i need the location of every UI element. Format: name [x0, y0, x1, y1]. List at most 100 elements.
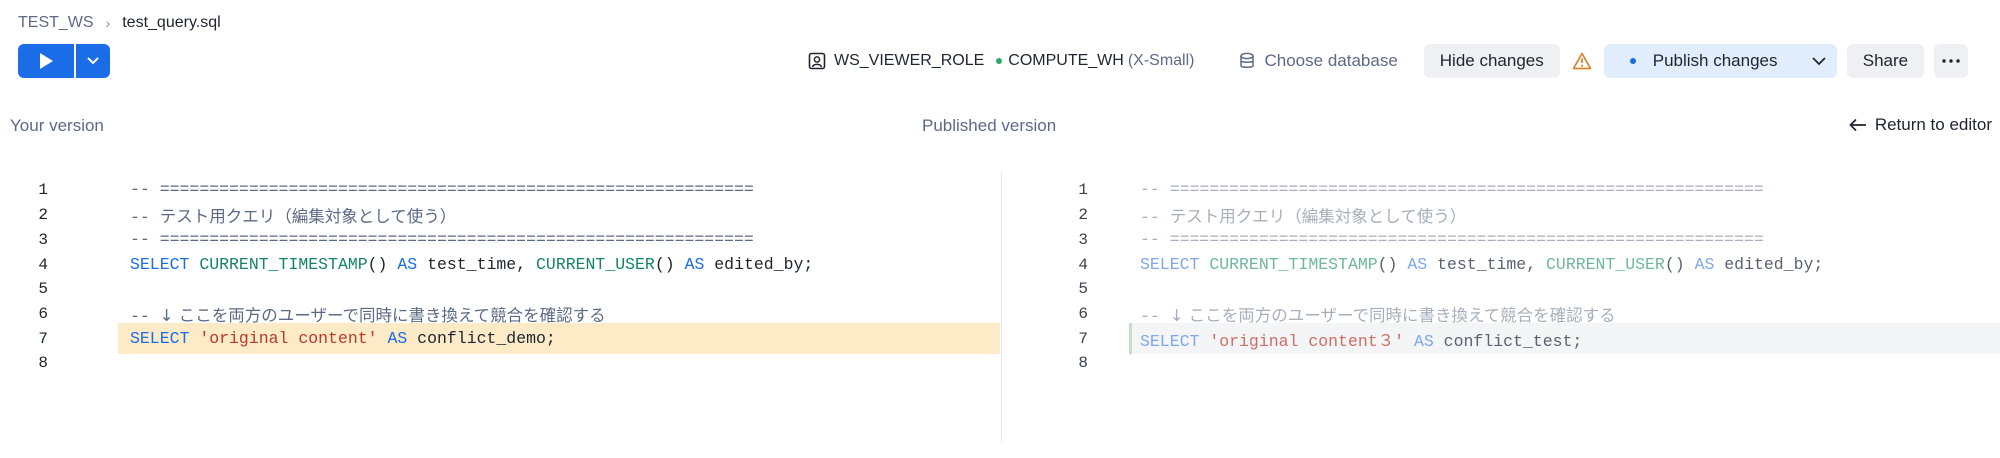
- return-to-editor-link[interactable]: Return to editor: [1849, 115, 1992, 135]
- your-version-label: Your version: [10, 116, 104, 135]
- code-line[interactable]: 8: [0, 347, 1000, 378]
- warehouse-selector[interactable]: COMPUTE_WH (X-Small): [996, 52, 1195, 70]
- code-token: 'original content': [199, 329, 378, 348]
- code-token: CURRENT_USER: [536, 255, 655, 274]
- code-token: AS: [387, 329, 408, 348]
- code-text: -- ↓ ここを両方のユーザーで同時に書き換えて競合を確認する: [130, 302, 606, 326]
- line-number: 1: [1078, 180, 1088, 199]
- line-number: 2: [38, 205, 48, 224]
- code-text: SELECT CURRENT_TIMESTAMP() AS test_time,…: [130, 255, 813, 274]
- code-text: -- テスト用クエリ（編集対象として使う）: [130, 203, 456, 227]
- code-token: SELECT: [130, 255, 190, 274]
- code-token: CURRENT_USER: [1546, 255, 1665, 274]
- code-token: conflict_demo;: [407, 329, 556, 348]
- line-number: 7: [38, 329, 48, 348]
- return-to-editor-label: Return to editor: [1874, 115, 1992, 134]
- code-token: AS: [1694, 255, 1715, 274]
- role-icon: [808, 52, 826, 70]
- code-text: -- =====================================…: [1140, 180, 1764, 199]
- code-text: -- ↓ ここを両方のユーザーで同時に書き換えて競合を確認する: [1140, 302, 1616, 326]
- code-token: ========================================…: [1169, 180, 1764, 199]
- run-options-button[interactable]: [76, 44, 110, 78]
- line-number: 6: [38, 304, 48, 323]
- code-token: edited_by;: [704, 255, 814, 274]
- code-token: ========================================…: [159, 230, 754, 249]
- code-token: AS: [1407, 255, 1428, 274]
- run-button[interactable]: [18, 44, 74, 78]
- line-number: 3: [38, 230, 48, 249]
- warehouse-size: (X-Small): [1127, 52, 1195, 69]
- database-selector[interactable]: Choose database: [1239, 51, 1398, 71]
- line-number: 4: [38, 255, 48, 274]
- line-number: 5: [1078, 279, 1088, 298]
- line-number: 5: [38, 279, 48, 298]
- code-token: SELECT: [130, 329, 190, 348]
- publish-changes-button[interactable]: Publish changes: [1603, 44, 1837, 78]
- code-token: テスト用クエリ（編集対象として使う）: [1169, 206, 1467, 226]
- role-selector[interactable]: WS_VIEWER_ROLE: [808, 52, 984, 70]
- code-text: -- テスト用クエリ（編集対象として使う）: [1140, 203, 1466, 227]
- line-number: 8: [38, 353, 48, 372]
- publish-status-dot: [1629, 58, 1636, 64]
- code-token: test_time,: [417, 255, 537, 274]
- line-number: 3: [1078, 230, 1088, 249]
- line-number: 1: [38, 180, 48, 199]
- publish-label: Publish changes: [1652, 51, 1778, 70]
- code-token: ↓ ここを両方のユーザーで同時に書き換えて競合を確認する: [1169, 305, 1616, 325]
- published-version-pane[interactable]: 1 -- ====================================…: [1003, 172, 2000, 442]
- your-version-pane[interactable]: 1 -- ====================================…: [0, 172, 1000, 442]
- code-token: (): [1664, 255, 1695, 274]
- code-token: テスト用クエリ（編集対象として使う）: [159, 206, 457, 226]
- breadcrumb: TEST_WS › test_query.sql: [18, 12, 221, 34]
- code-text: -- =====================================…: [1140, 230, 1764, 249]
- code-token: CURRENT_TIMESTAMP: [199, 255, 368, 274]
- chevron-down-icon: [87, 57, 99, 65]
- code-text: SELECT CURRENT_TIMESTAMP() AS test_time,…: [1140, 255, 1823, 274]
- code-token: --: [1140, 180, 1170, 199]
- pane-divider[interactable]: [1001, 172, 1002, 442]
- database-label: Choose database: [1264, 51, 1398, 70]
- code-token: edited_by;: [1714, 255, 1824, 274]
- warning-icon[interactable]: [1572, 52, 1592, 70]
- hide-changes-button[interactable]: Hide changes: [1423, 44, 1560, 78]
- database-icon: [1239, 52, 1255, 70]
- line-number: 4: [1078, 255, 1088, 274]
- code-token: (): [367, 255, 398, 274]
- line-number: 7: [1078, 329, 1088, 348]
- code-token: CURRENT_TIMESTAMP: [1209, 255, 1378, 274]
- role-name: WS_VIEWER_ROLE: [834, 52, 985, 69]
- play-icon: [40, 53, 53, 69]
- code-token: AS: [684, 255, 705, 274]
- code-token: (): [654, 255, 685, 274]
- code-token: --: [130, 180, 160, 199]
- code-token: test_time,: [1427, 255, 1547, 274]
- code-line[interactable]: 8: [1003, 347, 2000, 378]
- code-text: -- =====================================…: [130, 180, 754, 199]
- warehouse-status-dot: [996, 58, 1003, 64]
- chevron-right-icon: ›: [105, 15, 111, 31]
- more-icon: [1942, 59, 1960, 63]
- code-token: (): [1377, 255, 1408, 274]
- share-button[interactable]: Share: [1846, 44, 1925, 78]
- line-number: 6: [1078, 304, 1088, 323]
- code-token: ========================================…: [159, 180, 754, 199]
- code-token: ↓ ここを両方のユーザーで同時に書き換えて競合を確認する: [159, 305, 606, 325]
- warehouse-name: COMPUTE_WH: [1008, 52, 1124, 69]
- chevron-down-icon[interactable]: [1811, 56, 1827, 66]
- code-text: -- =====================================…: [130, 230, 754, 249]
- breadcrumb-workspace[interactable]: TEST_WS: [18, 14, 94, 32]
- arrow-left-icon: [1849, 118, 1866, 132]
- line-number: 2: [1078, 205, 1088, 224]
- code-token: AS: [397, 255, 418, 274]
- code-token: SELECT: [1140, 255, 1200, 274]
- code-text: SELECT 'original content' AS conflict_de…: [130, 329, 556, 348]
- run-button-group: [18, 44, 110, 78]
- code-token: --: [130, 230, 160, 249]
- more-options-button[interactable]: [1934, 44, 1969, 78]
- published-version-label: Published version: [922, 116, 1057, 135]
- toolbar: WS_VIEWER_ROLE COMPUTE_WH (X-Small) Choo…: [808, 44, 1969, 78]
